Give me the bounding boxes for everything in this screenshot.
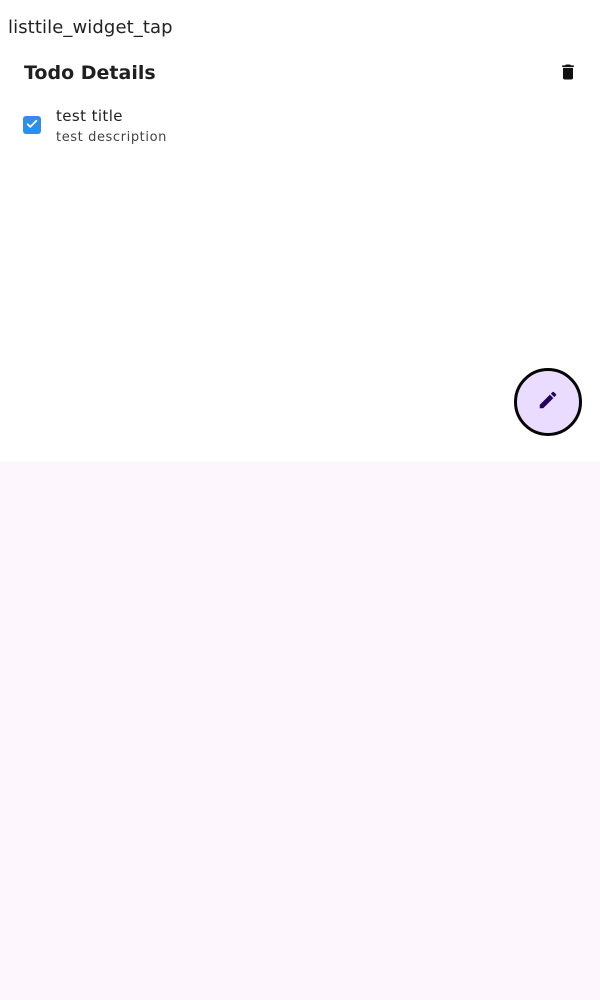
todo-list-tile[interactable]: test title test description bbox=[16, 100, 576, 152]
check-icon bbox=[25, 116, 39, 135]
todo-details-card: listtile_widget_tap Todo Details test ti… bbox=[0, 0, 600, 462]
trash-icon bbox=[558, 62, 578, 86]
todo-title: test title bbox=[56, 107, 123, 125]
pencil-icon bbox=[537, 389, 559, 415]
delete-button[interactable] bbox=[552, 58, 584, 90]
todo-description: test description bbox=[56, 130, 167, 145]
completed-checkbox[interactable] bbox=[23, 116, 41, 134]
app-screen: listtile_widget_tap Todo Details test ti… bbox=[0, 0, 600, 1000]
todo-details-heading: Todo Details bbox=[24, 62, 156, 84]
test-name-label: listtile_widget_tap bbox=[8, 17, 173, 38]
edit-fab[interactable] bbox=[514, 368, 582, 436]
